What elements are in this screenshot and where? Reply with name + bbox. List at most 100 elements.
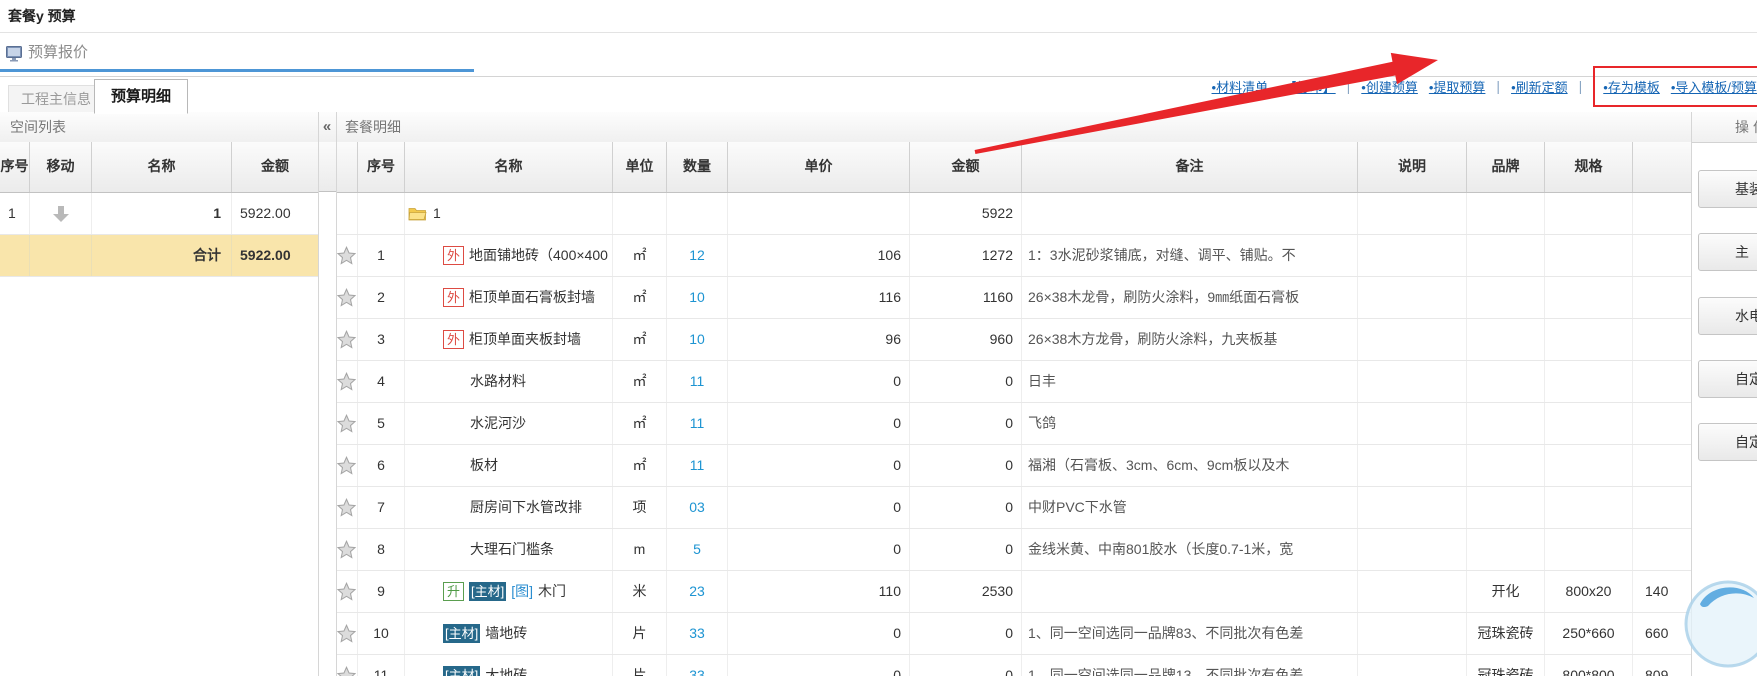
row-name-cell: 水路材料 (405, 361, 613, 402)
table-row[interactable]: 5 水泥河沙 ㎡ 11 0 0 飞鸽 (336, 403, 1691, 445)
space-list-table: 序号 移动 名称 金额 1 1 5922.00 合计 5922.00 (0, 142, 318, 277)
row-qty[interactable]: 03 (667, 487, 728, 528)
page-title: 套餐y 预算 (8, 0, 76, 32)
table-row[interactable]: 8 大理石门槛条 m 5 0 0 金线米黄、中南801胶水（长度0.7-1米，宽 (336, 529, 1691, 571)
move-down-icon[interactable] (30, 193, 92, 234)
favorite-star-icon[interactable] (336, 655, 358, 676)
row-qty[interactable]: 12 (667, 235, 728, 276)
row-unit: 项 (613, 487, 667, 528)
group-name-cell: 1 (405, 193, 613, 234)
row-amount: 1160 (910, 277, 1022, 318)
collapse-left-panel-icon[interactable]: « (318, 112, 336, 142)
row-qty[interactable]: 23 (667, 571, 728, 612)
table-row[interactable]: 2 外 柜顶单面石膏板封墙 ㎡ 10 116 1160 26×38木龙骨，刷防火… (336, 277, 1691, 319)
row-name: 地面铺地砖（400×400 (469, 235, 608, 276)
row-qty[interactable]: 11 (667, 445, 728, 486)
row-note (1358, 529, 1467, 570)
table-row[interactable]: 9 升 [主材] [图] 木门 米 23 110 2530 开化 800x20 … (336, 571, 1691, 613)
row-brand (1467, 445, 1545, 486)
row-remark (1022, 571, 1358, 612)
folder-icon (408, 206, 427, 221)
table-body: 1 5922 1 外 (336, 193, 1691, 676)
row-brand (1467, 319, 1545, 360)
favorite-star-icon[interactable] (336, 361, 358, 402)
space-name: 1 (92, 193, 232, 234)
row-name-cell: 水泥河沙 (405, 403, 613, 444)
row-seq: 9 (358, 571, 405, 612)
row-name: 木门 (538, 571, 566, 612)
row-extra (1633, 445, 1691, 486)
op-button-main-material[interactable]: 主 (1698, 233, 1757, 271)
favorite-star-icon[interactable] (336, 529, 358, 570)
tab-project-info[interactable]: 工程主信息 (8, 85, 104, 113)
op-button-custom-2[interactable]: 自定 (1698, 423, 1757, 461)
row-qty[interactable]: 10 (667, 319, 728, 360)
favorite-star-icon[interactable] (336, 319, 358, 360)
blank-cell (30, 235, 92, 276)
blank-cell (728, 193, 910, 234)
table-row[interactable]: 7 厨房间下水管改排 项 03 0 0 中财PVC下水管 (336, 487, 1691, 529)
blank-cell (1467, 193, 1545, 234)
tab-budget-detail[interactable]: 预算明细 (94, 79, 188, 114)
row-qty[interactable]: 33 (667, 613, 728, 654)
row-note (1358, 235, 1467, 276)
row-note (1358, 361, 1467, 402)
external-badge: 外 (443, 246, 464, 265)
favorite-star-icon[interactable] (336, 487, 358, 528)
row-extra (1633, 277, 1691, 318)
favorite-star-icon[interactable] (336, 235, 358, 276)
row-note (1358, 613, 1467, 654)
image-link[interactable]: [图] (511, 571, 533, 612)
row-amount: 0 (910, 487, 1022, 528)
row-name: 大地砖 (485, 655, 527, 676)
row-name: 大理石门槛条 (470, 529, 554, 570)
favorite-star-icon[interactable] (336, 613, 358, 654)
row-extra (1633, 529, 1691, 570)
favorite-star-icon[interactable] (336, 277, 358, 318)
external-badge: 外 (443, 288, 464, 307)
col-star (336, 142, 358, 192)
left-panel-title: 空间列表 (10, 112, 66, 142)
row-name-cell: 外 柜顶单面夹板封墙 (405, 319, 613, 360)
op-button-base-decor[interactable]: 基装 (1698, 170, 1757, 208)
row-qty[interactable]: 11 (667, 403, 728, 444)
row-name: 厨房间下水管改排 (470, 487, 582, 528)
row-qty[interactable]: 5 (667, 529, 728, 570)
row-seq: 7 (358, 487, 405, 528)
col-name: 名称 (405, 142, 613, 192)
row-name-cell: 大理石门槛条 (405, 529, 613, 570)
row-spec (1545, 277, 1633, 318)
space-seq: 1 (0, 193, 30, 234)
row-amount: 2530 (910, 571, 1022, 612)
budget-app-window: 套餐y 预算 预算报价 •材料清单 •【打印】 | •创建预算 •提取预算 | … (0, 0, 1757, 676)
row-seq: 10 (358, 613, 405, 654)
window-title-bar: 套餐y 预算 (0, 0, 1757, 33)
row-name: 板材 (470, 445, 498, 486)
group-row[interactable]: 1 5922 (336, 193, 1691, 235)
op-button-plumbing[interactable]: 水电 (1698, 297, 1757, 335)
col-qty: 数量 (667, 142, 728, 192)
row-brand: 冠珠瓷砖 (1467, 655, 1545, 676)
row-seq: 8 (358, 529, 405, 570)
table-row[interactable]: 6 板材 ㎡ 11 0 0 福湘（石膏板、3cm、6cm、9cm板以及木 (336, 445, 1691, 487)
favorite-star-icon[interactable] (336, 571, 358, 612)
row-qty[interactable]: 11 (667, 361, 728, 402)
row-qty[interactable]: 10 (667, 277, 728, 318)
space-amount: 5922.00 (232, 193, 318, 234)
table-row[interactable]: 1 外 地面铺地砖（400×400 ㎡ 12 106 1272 1：3水泥砂浆铺… (336, 235, 1691, 277)
row-seq: 2 (358, 277, 405, 318)
panel-divider (318, 112, 319, 676)
space-row[interactable]: 1 1 5922.00 (0, 193, 318, 235)
favorite-star-icon[interactable] (336, 403, 358, 444)
row-qty[interactable]: 33 (667, 655, 728, 676)
blank-cell (1358, 193, 1467, 234)
table-row[interactable]: 11 [主材] 大地砖 片 33 0 0 1、同一空间选同一品牌13、不同批次有… (336, 655, 1691, 676)
favorite-star-icon[interactable] (336, 445, 358, 486)
op-button-custom-1[interactable]: 自定 (1698, 360, 1757, 398)
table-row[interactable]: 3 外 柜顶单面夹板封墙 ㎡ 10 96 960 26×38木方龙骨，刷防火涂料… (336, 319, 1691, 361)
main-material-badge: [主材] (469, 582, 506, 601)
table-row[interactable]: 4 水路材料 ㎡ 11 0 0 日丰 (336, 361, 1691, 403)
table-row[interactable]: 10 [主材] 墙地砖 片 33 0 0 1、同一空间选同一品牌83、不同批次有… (336, 613, 1691, 655)
row-seq: 3 (358, 319, 405, 360)
row-unit: ㎡ (613, 319, 667, 360)
